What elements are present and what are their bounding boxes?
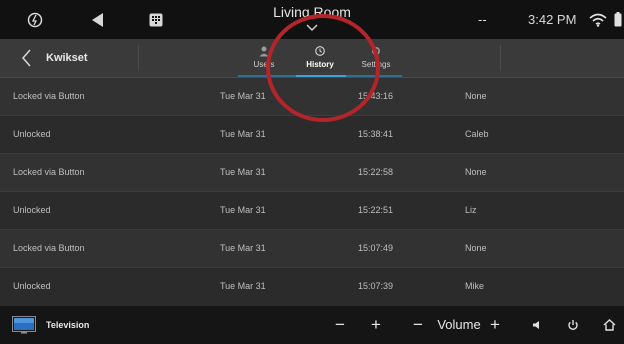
bottom-control-bar: Television − + − Volume + bbox=[0, 306, 624, 344]
power-icon bbox=[568, 320, 578, 330]
battery-icon bbox=[612, 0, 624, 39]
speaker-icon bbox=[533, 321, 539, 329]
highlight-circle bbox=[266, 14, 380, 122]
history-date: Tue Mar 31 bbox=[220, 91, 266, 101]
history-row[interactable]: Locked via Button Tue Mar 31 15:07:49 No… bbox=[0, 230, 624, 267]
history-user: None bbox=[465, 167, 487, 177]
back-chevron-icon[interactable] bbox=[18, 48, 36, 68]
wifi-icon bbox=[588, 0, 608, 39]
history-action: Unlocked bbox=[13, 205, 51, 215]
clock: 3:42 PM bbox=[528, 12, 577, 27]
history-action: Unlocked bbox=[13, 129, 51, 139]
history-time: 15:22:58 bbox=[358, 167, 394, 177]
history-time: 15:07:49 bbox=[358, 243, 394, 253]
history-user: Liz bbox=[465, 205, 477, 215]
history-row[interactable]: Unlocked Tue Mar 31 15:07:39 Mike bbox=[0, 268, 624, 305]
history-date: Tue Mar 31 bbox=[220, 167, 266, 177]
history-row[interactable]: Unlocked Tue Mar 31 15:38:41 Caleb bbox=[0, 116, 624, 153]
device-title: Kwikset bbox=[46, 52, 88, 64]
history-row[interactable]: Locked via Button Tue Mar 31 15:22:58 No… bbox=[0, 154, 624, 191]
history-row[interactable]: Unlocked Tue Mar 31 15:22:51 Liz bbox=[0, 192, 624, 229]
history-user: None bbox=[465, 243, 487, 253]
television-icon[interactable] bbox=[12, 316, 36, 334]
history-user: None bbox=[465, 91, 487, 101]
history-date: Tue Mar 31 bbox=[220, 243, 266, 253]
mute-button[interactable] bbox=[528, 306, 546, 344]
history-user: Mike bbox=[465, 281, 485, 291]
header-divider bbox=[500, 45, 501, 71]
volume-up-button[interactable]: + bbox=[487, 306, 503, 344]
header-divider bbox=[138, 45, 139, 71]
history-time: 15:22:51 bbox=[358, 205, 394, 215]
history-time: 15:38:41 bbox=[358, 129, 394, 139]
keypad-icon[interactable] bbox=[144, 0, 168, 39]
history-action: Locked via Button bbox=[13, 91, 85, 101]
back-triangle-icon[interactable] bbox=[84, 0, 110, 39]
history-date: Tue Mar 31 bbox=[220, 129, 266, 139]
volume-down-button[interactable]: − bbox=[410, 306, 426, 344]
history-date: Tue Mar 31 bbox=[220, 281, 266, 291]
home-button[interactable] bbox=[600, 306, 618, 344]
power-button[interactable] bbox=[564, 306, 582, 344]
history-action: Unlocked bbox=[13, 281, 51, 291]
history-user: Caleb bbox=[465, 129, 489, 139]
source-label[interactable]: Television bbox=[46, 306, 89, 344]
plus-button[interactable]: + bbox=[368, 306, 384, 344]
history-action: Locked via Button bbox=[13, 243, 85, 253]
home-icon bbox=[603, 319, 615, 331]
history-time: 15:07:39 bbox=[358, 281, 394, 291]
history-date: Tue Mar 31 bbox=[220, 205, 266, 215]
brand-logo-icon[interactable] bbox=[20, 0, 50, 39]
history-action: Locked via Button bbox=[13, 167, 85, 177]
volume-label: Volume bbox=[437, 317, 481, 332]
status-placeholder: -- bbox=[478, 12, 487, 27]
minus-button[interactable]: − bbox=[332, 306, 348, 344]
